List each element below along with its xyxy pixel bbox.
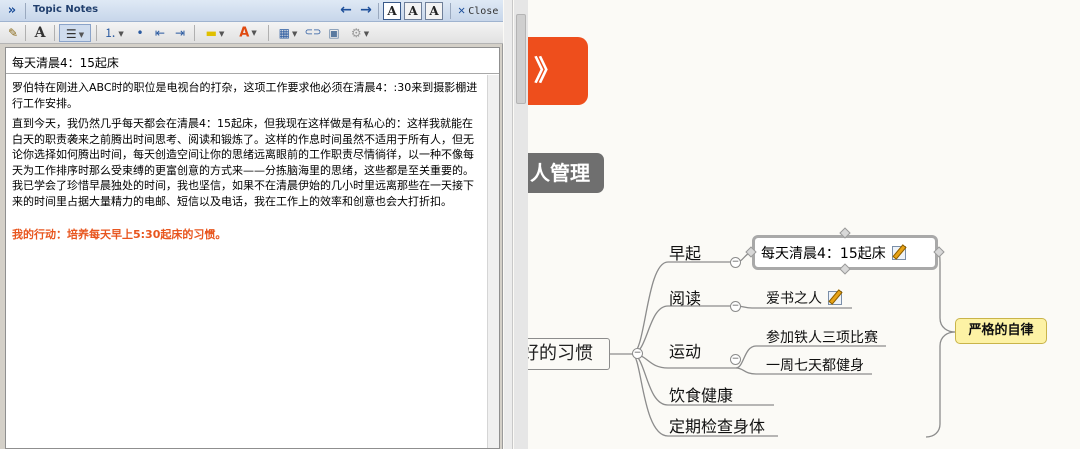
font-color-icon: A (239, 25, 250, 41)
format-view-button[interactable]: A (425, 2, 443, 20)
outdent-icon[interactable]: ⇤ (152, 24, 168, 42)
toolbar-separator (268, 25, 269, 41)
numbered-list-icon: ⒈ (104, 26, 117, 40)
branch-connectors (610, 241, 956, 438)
branch-yundong[interactable]: 运动 (669, 338, 701, 362)
next-note-button[interactable]: → (357, 2, 375, 20)
titlebar-separator (378, 3, 379, 19)
summary-callout[interactable]: 严格的自律 (955, 318, 1047, 344)
toolbar-separator (96, 25, 97, 41)
note-editor[interactable]: 每天清晨4：15起床 罗伯特在刚进入ABC时的职位是电视台的打杂，这项工作要求他… (5, 47, 500, 449)
chevron-down-icon: ▼ (218, 29, 225, 38)
collapse-toggle[interactable]: − (730, 257, 741, 268)
mindmap-canvas[interactable]: 》 人管理 好的习惯 − 早起 − 阅读 − 运动 − 饮食健康 定期检查身体 … (528, 0, 1080, 449)
main-branch-topic[interactable]: 人管理 (528, 153, 604, 193)
align-left-icon: ☰ (65, 27, 77, 41)
habit-topic[interactable]: 好的习惯 (528, 338, 610, 370)
indent-icon[interactable]: ⇥ (172, 24, 188, 42)
topic-notes-panel: » Topic Notes ← → A A A ✕ Close ✎ A ☰ ▼ ⒈ ▼… (0, 0, 503, 449)
chevron-down-icon: ▼ (118, 29, 124, 38)
insert-image-icon[interactable]: ▣ (326, 24, 342, 42)
canvas-scrollbar[interactable] (514, 0, 528, 449)
insert-table-dropdown[interactable]: ▦ ▼ (274, 24, 302, 42)
panel-title: Topic Notes (33, 4, 99, 15)
close-icon: ✕ (458, 3, 466, 17)
panel-splitter[interactable] (504, 0, 513, 449)
titlebar-separator (450, 3, 451, 19)
branch-yuedu[interactable]: 阅读 (669, 285, 701, 309)
note-body[interactable]: 罗伯特在刚进入ABC时的职位是电视台的打杂，这项工作要求他必须在清晨4：:30来… (6, 75, 487, 448)
toolbar-separator (25, 25, 26, 41)
notes-titlebar: » Topic Notes ← → A A A ✕ Close (0, 0, 503, 22)
canvas-scrollbar-thumb[interactable] (516, 14, 526, 104)
note-scrollbar[interactable] (487, 75, 499, 448)
rich-text-view-button[interactable]: A (404, 2, 422, 20)
chevron-down-icon: ▼ (363, 29, 370, 38)
branch-tijian[interactable]: 定期检查身体 (669, 413, 765, 437)
font-color-dropdown[interactable]: A ▼ (233, 24, 263, 42)
numbered-list-dropdown[interactable]: ⒈ ▼ (101, 24, 127, 42)
bullet-list-icon[interactable]: • (132, 24, 148, 42)
note-paragraph: 直到今天，我仍然几乎每天都会在清晨4：15起床，但我现在这样做是有私心的：这样我… (12, 117, 474, 208)
align-dropdown[interactable]: ☰ ▼ (59, 24, 91, 42)
chevron-down-icon: ▼ (78, 30, 85, 39)
branch-yinshi[interactable]: 饮食健康 (669, 382, 733, 406)
table-icon: ▦ (278, 26, 290, 40)
insert-link-icon[interactable]: ⊂⊃ (304, 24, 322, 42)
highlight-color-dropdown[interactable]: ▬ ▼ (200, 24, 230, 42)
gear-icon: ⚙ (350, 26, 362, 40)
note-title-field[interactable]: 每天清晨4：15起床 (6, 48, 499, 74)
chevron-down-icon: ▼ (251, 29, 257, 37)
close-label: Close (468, 6, 499, 17)
toolbar-separator (54, 25, 55, 41)
subtopic-yuedu[interactable]: 爱书之人 (766, 288, 842, 308)
titlebar-separator (25, 3, 26, 19)
plain-text-view-button[interactable]: A (383, 2, 401, 20)
subtopic-label: 每天清晨4：15起床 (761, 246, 886, 262)
collapse-toggle[interactable]: − (730, 301, 741, 312)
collapse-toggle[interactable]: − (730, 354, 741, 365)
clear-format-icon[interactable]: ✎ (5, 24, 21, 42)
formatting-toolbar: ✎ A ☰ ▼ ⒈ ▼ • ⇤ ⇥ ▬ ▼ A ▼ ▦ ▼ ⊂⊃ ▣ ⚙ ▼ (0, 22, 503, 44)
action-text: 我的行动：培养每天早上5:30起床的习惯。 (12, 228, 227, 241)
collapse-panel-button[interactable]: » (3, 3, 21, 19)
special-insert-dropdown[interactable]: ⚙ ▼ (346, 24, 374, 42)
note-icon[interactable] (891, 246, 906, 260)
close-panel-button[interactable]: ✕ Close (458, 3, 498, 17)
branch-zaoqi[interactable]: 早起 (669, 240, 701, 264)
chevron-down-icon: ▼ (291, 29, 298, 38)
note-icon[interactable] (828, 291, 842, 305)
toolbar-separator (194, 25, 195, 41)
root-topic[interactable]: 》 (528, 37, 588, 105)
font-icon[interactable]: A (31, 24, 49, 42)
collapse-toggle[interactable]: − (632, 348, 643, 359)
highlighter-icon: ▬ (205, 26, 217, 40)
note-paragraph: 罗伯特在刚进入ABC时的职位是电视台的打杂，这项工作要求他必须在清晨4：:30来… (12, 81, 478, 110)
subtopic-label: 爱书之人 (766, 291, 822, 307)
subtopic-triathlon[interactable]: 参加铁人三项比赛 (766, 327, 878, 347)
previous-note-button[interactable]: ← (337, 2, 355, 20)
subtopic-workout[interactable]: 一周七天都健身 (766, 355, 864, 375)
